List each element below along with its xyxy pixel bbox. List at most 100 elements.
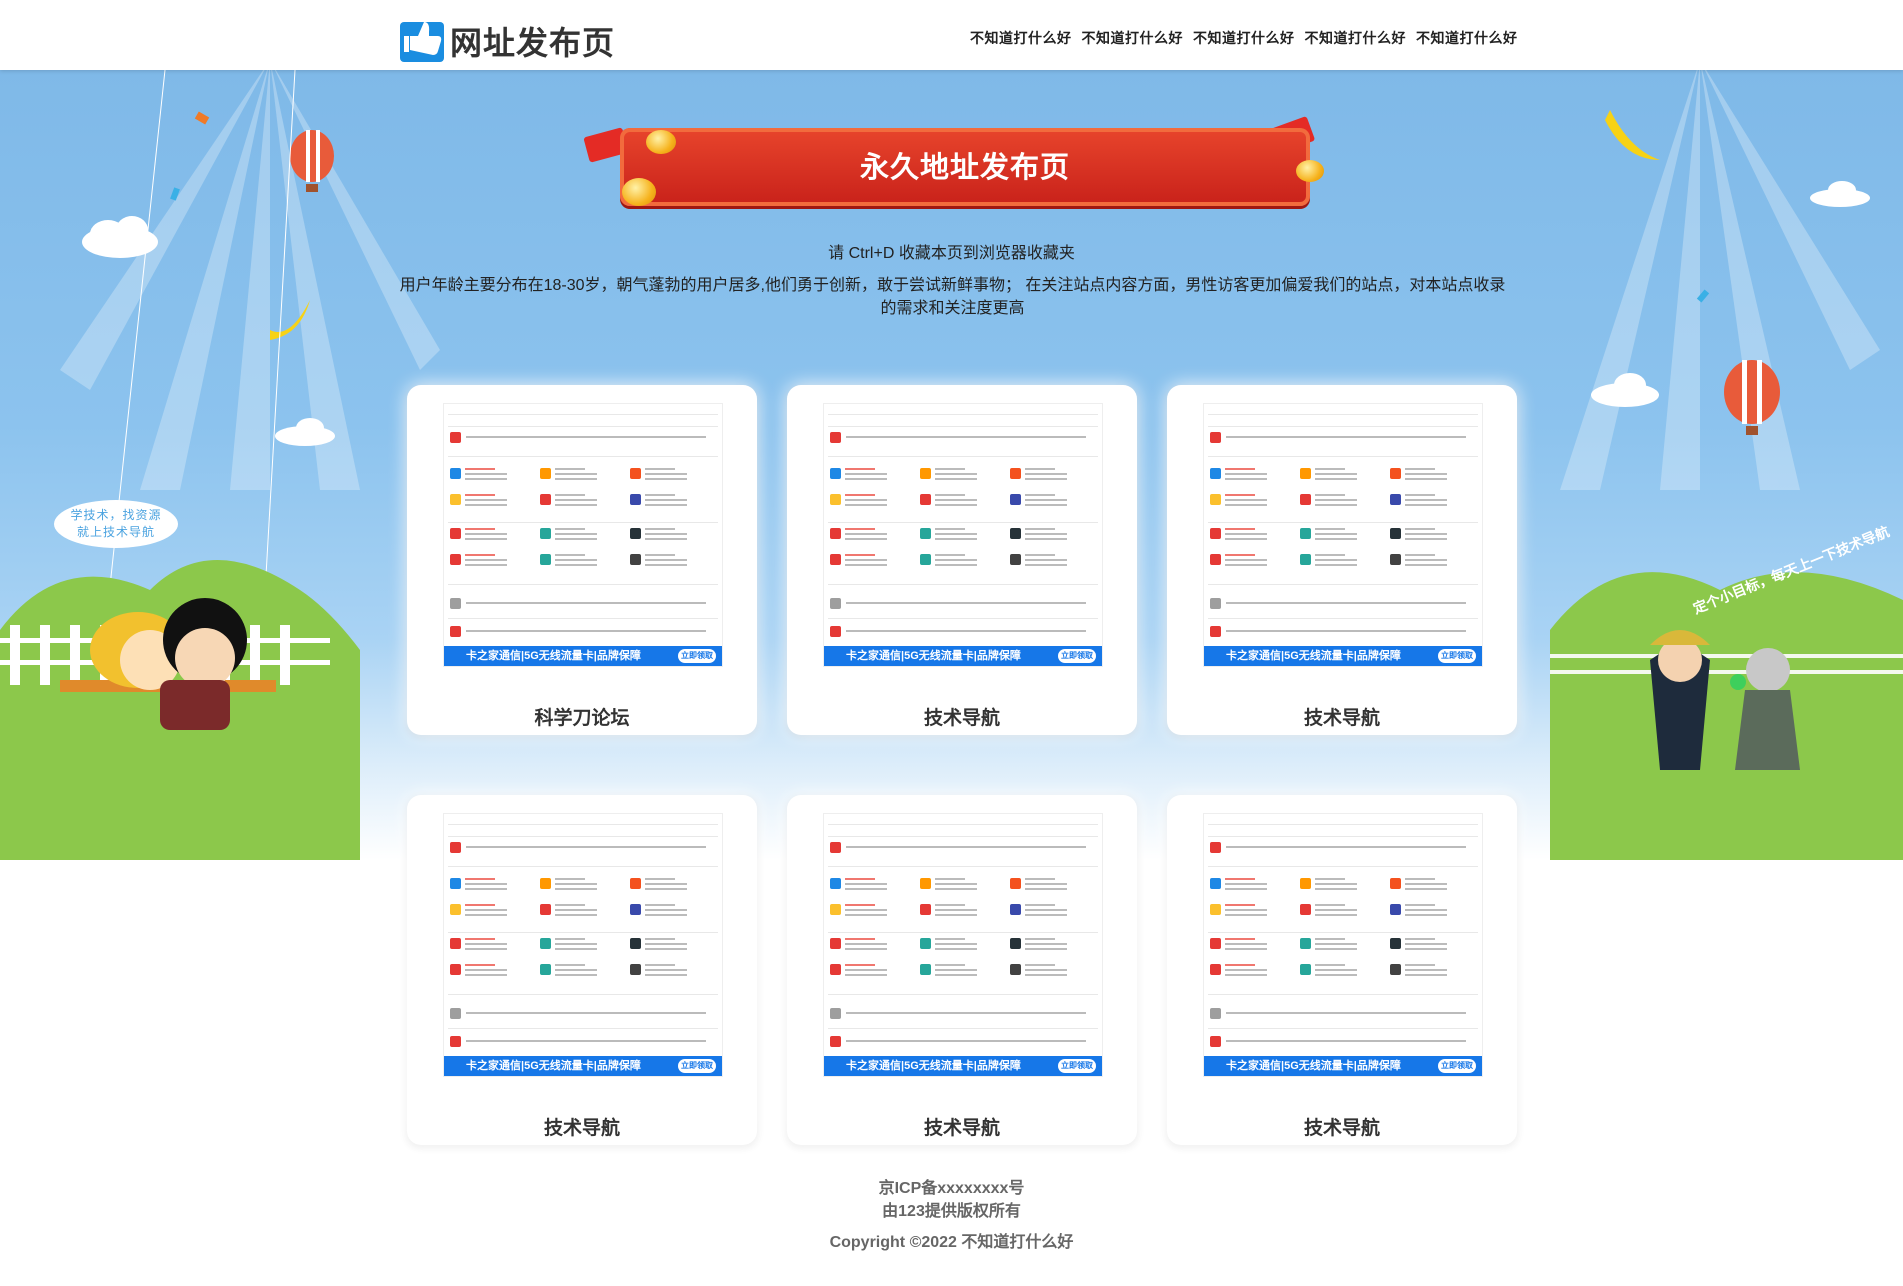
preview-divider xyxy=(448,932,718,933)
preview-text-line xyxy=(1225,468,1255,470)
preview-ad-button: 立即领取 xyxy=(1058,1059,1096,1073)
site-preview-image[interactable]: 卡之家通信|5G无线流量卡|品牌保障 立即领取 xyxy=(823,813,1103,1077)
site-card[interactable]: 卡之家通信|5G无线流量卡|品牌保障 立即领取科学刀论坛 xyxy=(407,385,757,735)
preview-divider xyxy=(828,456,1098,457)
preview-text-line xyxy=(1405,904,1435,906)
site-card[interactable]: 卡之家通信|5G无线流量卡|品牌保障 立即领取技术导航 xyxy=(787,385,1137,735)
preview-text-line xyxy=(1226,602,1466,604)
preview-ad-banner: 卡之家通信|5G无线流量卡|品牌保障 立即领取 xyxy=(1204,646,1482,666)
preview-site-icon xyxy=(450,964,461,975)
preview-text-line xyxy=(845,948,887,950)
preview-site-icon xyxy=(630,528,641,539)
preview-text-line xyxy=(935,494,965,496)
preview-text-line xyxy=(645,914,687,916)
nav-link-2[interactable]: 不知道打什么好 xyxy=(1082,28,1184,48)
preview-text-line xyxy=(555,888,597,890)
preview-text-line xyxy=(1315,943,1357,945)
preview-text-line xyxy=(1025,974,1067,976)
preview-divider xyxy=(448,1028,718,1029)
preview-text-line xyxy=(1405,473,1447,475)
preview-site-icon xyxy=(1010,554,1021,565)
preview-text-line xyxy=(465,878,495,880)
preview-site-icon xyxy=(1210,938,1221,949)
preview-text-line xyxy=(1405,564,1447,566)
preview-text-line xyxy=(845,533,887,535)
preview-text-line xyxy=(1405,533,1447,535)
preview-text-line xyxy=(1025,964,1055,966)
preview-text-line xyxy=(1226,1012,1466,1014)
site-logo-text[interactable]: 网址发布页 xyxy=(450,18,615,64)
preview-site-icon xyxy=(630,494,641,505)
preview-text-line xyxy=(1225,478,1267,480)
site-card[interactable]: 卡之家通信|5G无线流量卡|品牌保障 立即领取技术导航 xyxy=(1167,795,1517,1145)
preview-text-line xyxy=(1405,559,1447,561)
preview-site-icon xyxy=(1210,1008,1221,1019)
preview-text-line xyxy=(845,473,887,475)
preview-site-icon xyxy=(830,626,841,637)
preview-ad-banner: 卡之家通信|5G无线流量卡|品牌保障 立即领取 xyxy=(444,1056,722,1076)
preview-text-line xyxy=(935,914,977,916)
preview-text-line xyxy=(845,964,875,966)
nav-link-5[interactable]: 不知道打什么好 xyxy=(1416,28,1518,48)
preview-site-icon xyxy=(540,878,551,889)
nav-link-3[interactable]: 不知道打什么好 xyxy=(1193,28,1295,48)
site-card[interactable]: 卡之家通信|5G无线流量卡|品牌保障 立即领取技术导航 xyxy=(787,795,1137,1145)
preview-text-line xyxy=(846,846,1086,848)
site-preview-image[interactable]: 卡之家通信|5G无线流量卡|品牌保障 立即领取 xyxy=(823,403,1103,667)
preview-site-icon xyxy=(830,598,841,609)
preview-text-line xyxy=(1405,468,1435,470)
preview-text-line xyxy=(1315,964,1345,966)
nav-link-1[interactable]: 不知道打什么好 xyxy=(970,28,1072,48)
preview-text-line xyxy=(645,564,687,566)
footer-icp[interactable]: 京ICP备xxxxxxxx号 xyxy=(0,1174,1903,1198)
preview-text-line xyxy=(1025,938,1055,940)
preview-text-line xyxy=(1405,528,1435,530)
preview-text-line xyxy=(1315,888,1357,890)
preview-text-line xyxy=(555,559,597,561)
preview-text-line xyxy=(935,554,965,556)
preview-text-line xyxy=(935,888,977,890)
preview-site-icon xyxy=(1010,938,1021,949)
preview-divider xyxy=(828,824,1098,825)
preview-site-icon xyxy=(540,938,551,949)
preview-text-line xyxy=(1226,436,1466,438)
site-card-title[interactable]: 科学刀论坛 xyxy=(407,703,757,730)
preview-text-line xyxy=(845,564,887,566)
preview-text-line xyxy=(465,974,507,976)
preview-text-line xyxy=(1225,904,1255,906)
preview-site-icon xyxy=(920,964,931,975)
site-card-title[interactable]: 技术导航 xyxy=(787,703,1137,730)
logo-thumb-icon[interactable] xyxy=(400,16,444,62)
site-preview-image[interactable]: 卡之家通信|5G无线流量卡|品牌保障 立即领取 xyxy=(1203,813,1483,1077)
preview-text-line xyxy=(845,504,887,506)
preview-ad-banner: 卡之家通信|5G无线流量卡|品牌保障 立即领取 xyxy=(1204,1056,1482,1076)
site-card[interactable]: 卡之家通信|5G无线流量卡|品牌保障 立即领取技术导航 xyxy=(407,795,757,1145)
site-card-title[interactable]: 技术导航 xyxy=(1167,1113,1517,1140)
nav-link-4[interactable]: 不知道打什么好 xyxy=(1305,28,1407,48)
preview-text-line xyxy=(1315,878,1345,880)
preview-text-line xyxy=(1225,473,1267,475)
site-card-title[interactable]: 技术导航 xyxy=(787,1113,1137,1140)
preview-text-line xyxy=(645,964,675,966)
preview-text-line xyxy=(555,948,597,950)
site-preview-image[interactable]: 卡之家通信|5G无线流量卡|品牌保障 立即领取 xyxy=(443,813,723,1077)
site-card-title[interactable]: 技术导航 xyxy=(407,1113,757,1140)
site-card[interactable]: 卡之家通信|5G无线流量卡|品牌保障 立即领取技术导航 xyxy=(1167,385,1517,735)
preview-text-line xyxy=(845,904,875,906)
site-preview-image[interactable]: 卡之家通信|5G无线流量卡|品牌保障 立即领取 xyxy=(1203,403,1483,667)
preview-text-line xyxy=(935,564,977,566)
preview-text-line xyxy=(645,883,687,885)
preview-text-line xyxy=(935,964,965,966)
preview-site-icon xyxy=(450,432,461,443)
preview-ad-text: 卡之家通信|5G无线流量卡|品牌保障 xyxy=(1226,650,1401,662)
site-preview-image[interactable]: 卡之家通信|5G无线流量卡|品牌保障 立即领取 xyxy=(443,403,723,667)
preview-site-icon xyxy=(1210,468,1221,479)
preview-divider xyxy=(828,414,1098,415)
preview-site-icon xyxy=(1210,904,1221,915)
preview-site-icon xyxy=(1010,494,1021,505)
preview-text-line xyxy=(645,468,675,470)
site-card-title[interactable]: 技术导航 xyxy=(1167,703,1517,730)
preview-text-line xyxy=(645,969,687,971)
preview-divider xyxy=(1208,824,1478,825)
preview-text-line xyxy=(935,468,965,470)
